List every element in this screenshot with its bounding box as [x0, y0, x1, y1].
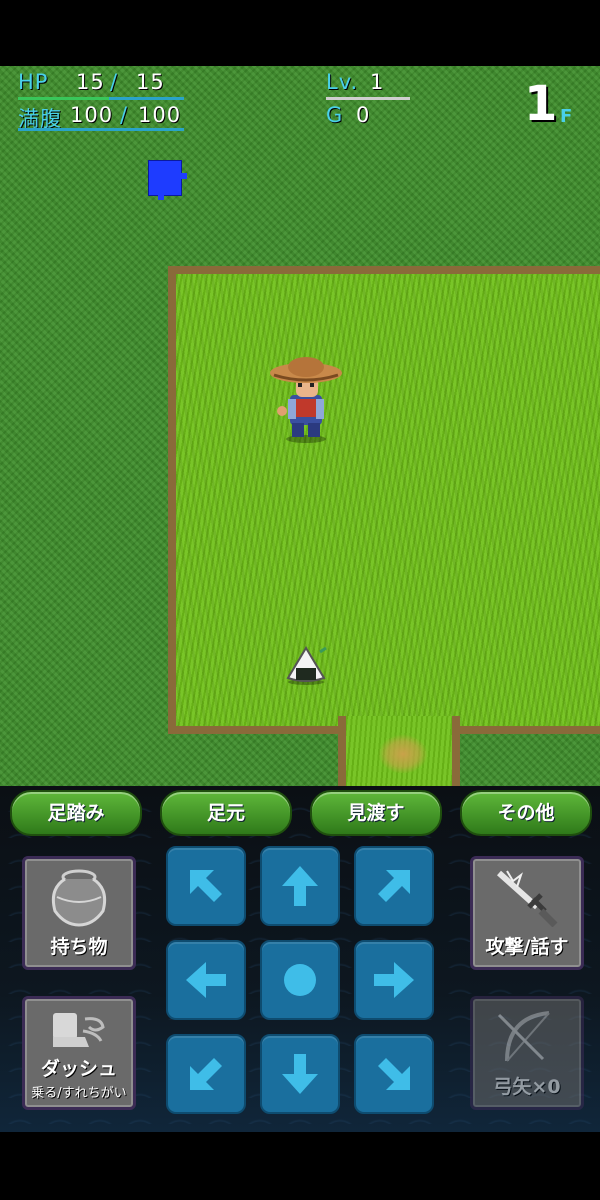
hp-separator: /	[110, 70, 119, 94]
bow-icon	[497, 1011, 550, 1062]
stomp-button[interactable]: 足踏み	[10, 790, 142, 836]
sword-icon	[496, 870, 558, 927]
arrow-down-right-icon	[378, 1058, 410, 1090]
hp-bar-fill	[18, 97, 110, 100]
inventory-button[interactable]: 持ち物	[22, 856, 136, 970]
fullness-max: 100	[138, 103, 182, 127]
arrow-up-icon	[282, 866, 318, 906]
pot-icon	[51, 869, 107, 927]
minimap-room	[148, 160, 187, 196]
move-left-button[interactable]	[166, 940, 246, 1020]
inventory-label: 持ち物	[50, 936, 108, 958]
floor-number: 1	[524, 76, 558, 132]
floor-unit: F	[560, 106, 573, 127]
hp-max: 15	[136, 70, 165, 94]
fullness-current: 100	[70, 103, 114, 127]
exp-bar	[326, 97, 410, 100]
arrow-right-icon	[374, 962, 414, 998]
arrow-left-icon	[186, 962, 226, 998]
arrow-up-left-icon	[190, 870, 222, 902]
dash-label: ダッシュ	[40, 1058, 117, 1080]
level-label: Lv.	[326, 70, 359, 94]
level-value: 1	[370, 70, 385, 94]
gold-label: G	[326, 103, 344, 127]
arrow-down-left-icon	[190, 1058, 222, 1090]
wait-button[interactable]	[260, 940, 340, 1020]
arrow-down-icon	[282, 1054, 318, 1094]
move-right-button[interactable]	[354, 940, 434, 1020]
dash-sub-label: 乗る/すれちがい	[31, 1086, 127, 1101]
fullness-bar	[18, 128, 184, 131]
underfoot-button[interactable]: 足元	[160, 790, 292, 836]
arrows-label: 弓矢×0	[493, 1076, 561, 1098]
hp-label: HP	[18, 70, 49, 94]
arrows-button[interactable]: 弓矢×0	[470, 996, 584, 1110]
gold-value: 0	[356, 103, 371, 127]
move-down-right-button[interactable]	[354, 1034, 434, 1114]
attack-talk-button[interactable]: 攻撃/話す	[470, 856, 584, 970]
minimap-player-marker	[158, 192, 164, 200]
fullness-separator: /	[120, 103, 129, 127]
move-down-left-button[interactable]	[166, 1034, 246, 1114]
dirt-patch	[378, 734, 428, 774]
grass-room	[168, 266, 600, 734]
circle-wait-icon	[284, 964, 316, 996]
onigiri-item-icon[interactable]	[284, 644, 328, 686]
hp-bar	[18, 97, 184, 100]
hp-current: 15	[76, 70, 105, 94]
move-up-left-button[interactable]	[166, 846, 246, 926]
look-around-button[interactable]: 見渡す	[310, 790, 442, 836]
player-character	[270, 357, 342, 443]
other-button[interactable]: その他	[460, 790, 592, 836]
navigation-bar-area	[0, 1132, 600, 1200]
dash-button[interactable]: ダッシュ 乗る/すれちがい	[22, 996, 136, 1110]
status-bar-area	[0, 0, 600, 66]
arrow-up-right-icon	[378, 870, 410, 902]
move-up-right-button[interactable]	[354, 846, 434, 926]
move-up-button[interactable]	[260, 846, 340, 926]
move-down-button[interactable]	[260, 1034, 340, 1114]
attack-talk-label: 攻撃/話す	[485, 936, 569, 958]
